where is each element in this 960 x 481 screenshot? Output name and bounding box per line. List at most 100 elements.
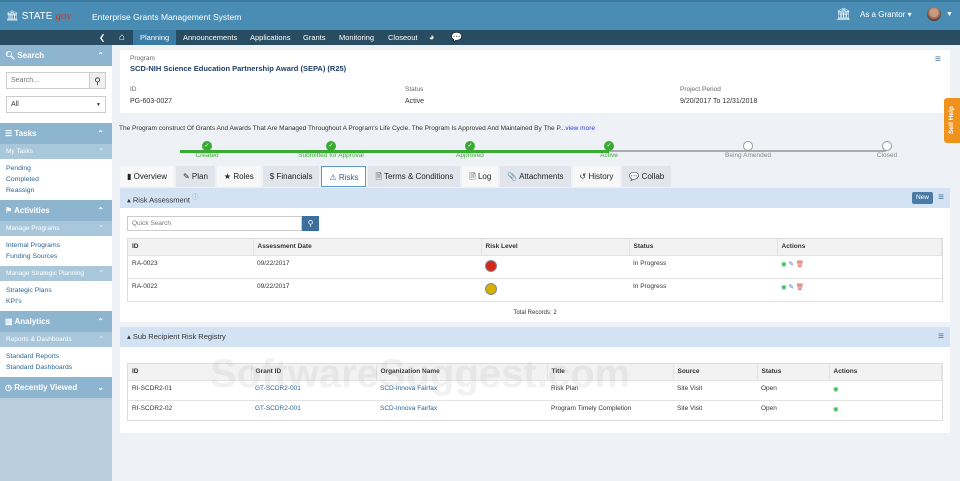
- sidebar-link-strategic-plans[interactable]: Strategic Plans: [6, 285, 106, 296]
- sidebar-link-standard-dashboards[interactable]: Standard Dashboards: [6, 362, 106, 373]
- hamburger-menu-icon[interactable]: ≡: [938, 188, 944, 208]
- sidebar-link-completed[interactable]: Completed: [6, 174, 106, 185]
- sidebar-tasks-header[interactable]: ☰ Tasks ⌃: [0, 123, 112, 144]
- tab-label: Attachments: [519, 172, 564, 181]
- nav-grants[interactable]: Grants: [296, 30, 333, 45]
- logo[interactable]: 🏛 STATE gov: [6, 10, 71, 22]
- column-header[interactable]: ID: [128, 364, 252, 380]
- tab-terms-conditions[interactable]: 🗎 Terms & Conditions: [368, 166, 461, 187]
- manage-programs-header[interactable]: Manage Programs ⌃: [0, 221, 112, 236]
- info-icon[interactable]: ⓘ: [192, 194, 198, 201]
- risk-assessment-panel: ▴ Risk Assessment ⓘ New ≡ ⚲ IDAssessment…: [120, 188, 950, 322]
- new-button[interactable]: New: [911, 192, 933, 204]
- self-help-button[interactable]: Self Help: [944, 98, 960, 143]
- column-header[interactable]: Grant ID: [251, 364, 377, 380]
- search-icon[interactable]: ⚲: [89, 73, 105, 88]
- column-header[interactable]: ID: [128, 239, 254, 255]
- hamburger-menu-icon[interactable]: ≡: [935, 54, 941, 65]
- registry-header[interactable]: ▴ Sub Recipient Risk Registry ≡: [120, 327, 950, 347]
- role-dropdown[interactable]: As a Grantor ▾: [860, 10, 912, 19]
- home-icon[interactable]: ⌂: [112, 30, 132, 45]
- collapse-sidebar-icon[interactable]: ❮: [92, 30, 112, 45]
- row-actions: ◉: [829, 399, 942, 420]
- sidebar-link-pending[interactable]: Pending: [6, 163, 106, 174]
- sidebar-search-header[interactable]: 🔍︎ Search ⌃: [0, 45, 112, 66]
- sidebar-recently-viewed-header[interactable]: ◷ Recently Viewed ⌄: [0, 377, 112, 398]
- tab-financials[interactable]: $ Financials: [262, 166, 320, 187]
- program-name: SCD-NIH Science Education Partnership Aw…: [130, 64, 347, 73]
- nav-announcements[interactable]: Announcements: [176, 30, 244, 45]
- sidebar-link-kpis[interactable]: KPI's: [6, 296, 106, 307]
- view-icon[interactable]: ◉: [833, 406, 839, 413]
- chat-icon[interactable]: 💬: [444, 30, 469, 45]
- table-row: RA-0023 09/22/2017 In Progress ◉ ✎ 🗑: [128, 254, 942, 278]
- sidebar-link-standard-reports[interactable]: Standard Reports: [6, 351, 106, 362]
- sidebar-analytics-header[interactable]: ▥ Analytics ⌃: [0, 311, 112, 332]
- search-filter-select[interactable]: All ▼: [6, 96, 106, 113]
- reports-dashboards-header[interactable]: Reports & Dashboards ⌃: [0, 332, 112, 347]
- nav-applications[interactable]: Applications: [243, 30, 297, 45]
- subsection-title: Manage Strategic Planning: [6, 270, 85, 277]
- risk-level-indicator: [485, 282, 497, 295]
- user-menu-caret-icon[interactable]: ▼: [946, 11, 953, 18]
- search-icon[interactable]: ⚲: [302, 216, 319, 231]
- sidebar-search-input[interactable]: [7, 73, 89, 88]
- tab-label: Roles: [233, 172, 254, 181]
- column-header[interactable]: Status: [757, 364, 830, 380]
- section-title: Tasks: [14, 129, 37, 138]
- tab-risks[interactable]: ⚠ Risks: [321, 166, 367, 187]
- avatar[interactable]: [927, 7, 941, 21]
- row-actions: ◉ ✎ 🗑: [777, 254, 942, 278]
- risk-assessment-header[interactable]: ▴ Risk Assessment ⓘ New ≡: [120, 188, 950, 208]
- column-header[interactable]: Source: [673, 364, 758, 380]
- tab-log[interactable]: 🗎 Log: [462, 166, 499, 187]
- lifecycle-step-label: Active: [600, 152, 618, 159]
- view-more-link[interactable]: view more: [565, 125, 595, 132]
- flag-icon: ⚑: [5, 206, 13, 215]
- registry-id: RI-SCDR2-01: [128, 379, 251, 400]
- column-header[interactable]: Risk Level: [481, 239, 630, 255]
- tab-plan[interactable]: ✎ Plan: [175, 166, 215, 187]
- tab-attachments[interactable]: 📎 Attachments: [500, 166, 571, 187]
- tab-history[interactable]: ↺ History: [572, 166, 621, 187]
- grant-id-link[interactable]: GT-SCDR2-001: [251, 379, 376, 400]
- nav-closeout[interactable]: Closeout: [381, 30, 425, 45]
- tab-roles[interactable]: ★ Roles: [216, 166, 261, 187]
- bank-icon[interactable]: 🏛: [836, 7, 851, 21]
- capitol-icon: 🏛: [6, 10, 19, 22]
- tab-overview[interactable]: ▮ Overview: [120, 166, 174, 187]
- hamburger-menu-icon[interactable]: ≡: [938, 327, 944, 347]
- nav-planning[interactable]: Planning: [133, 30, 177, 45]
- my-tasks-header[interactable]: My Tasks ⌃: [0, 144, 112, 159]
- delete-icon[interactable]: 🗑: [796, 284, 804, 291]
- delete-icon[interactable]: 🗑: [796, 261, 804, 268]
- sidebar-link-funding-sources[interactable]: Funding Sources: [6, 251, 106, 262]
- column-header[interactable]: Actions: [777, 239, 942, 255]
- manage-strategic-planning-header[interactable]: Manage Strategic Planning ⌃: [0, 266, 112, 281]
- lifecycle-step-label: Created: [195, 152, 219, 159]
- pie-chart-icon[interactable]: ◕: [422, 30, 441, 45]
- chevron-up-icon: ⌃: [98, 225, 104, 232]
- column-header[interactable]: Organization Name: [376, 364, 548, 380]
- column-header[interactable]: Title: [547, 364, 674, 380]
- organization-link[interactable]: SCD-Innova Fairfax: [376, 379, 547, 400]
- sidebar-activities-header[interactable]: ⚑ Activities ⌃: [0, 200, 112, 221]
- sidebar-link-internal-programs[interactable]: Internal Programs: [6, 240, 106, 251]
- tab-label: Terms & Conditions: [383, 172, 454, 181]
- column-header[interactable]: Status: [629, 239, 778, 255]
- tab-collab[interactable]: 💬 Collab: [622, 166, 672, 187]
- sidebar-search: ⚲: [6, 72, 106, 89]
- grant-id-link[interactable]: GT-SCDR2-001: [251, 399, 376, 420]
- quick-search-input[interactable]: [127, 216, 302, 231]
- organization-link[interactable]: SCD-Innova Fairfax: [376, 399, 547, 420]
- view-icon[interactable]: ◉: [833, 386, 839, 393]
- subsection-title: Manage Programs: [6, 225, 60, 232]
- edit-icon[interactable]: ✎: [788, 261, 795, 268]
- lifecycle-step-label: Approved: [456, 152, 484, 159]
- row-actions: ◉: [829, 379, 942, 400]
- nav-monitoring[interactable]: Monitoring: [332, 30, 381, 45]
- sidebar-link-reassign[interactable]: Reassign: [6, 185, 106, 196]
- edit-icon[interactable]: ✎: [788, 284, 795, 291]
- column-header[interactable]: Assessment Date: [253, 239, 482, 255]
- column-header[interactable]: Actions: [829, 364, 942, 380]
